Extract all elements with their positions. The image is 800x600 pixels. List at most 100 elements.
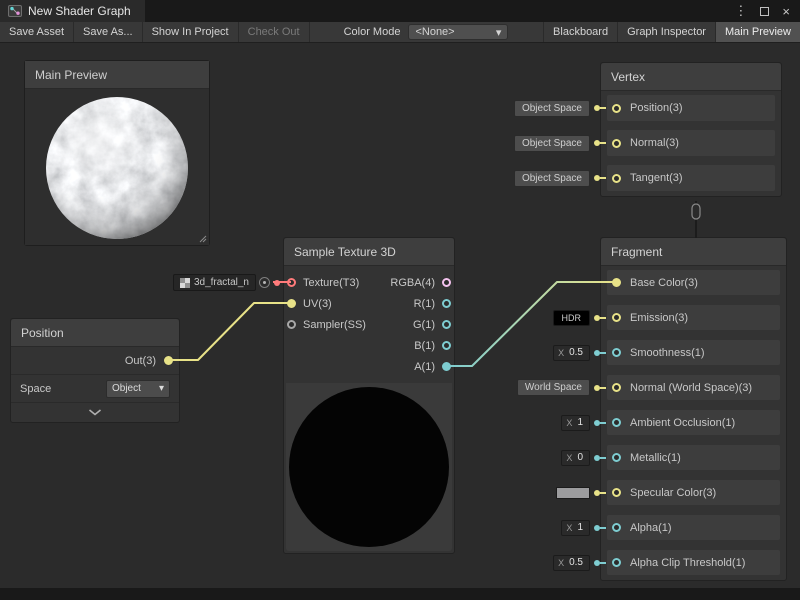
output-row-b: B(1) [390,335,454,356]
field-value[interactable]: 1 [575,522,589,533]
port-alpha-clip-threshold[interactable] [612,558,621,567]
space-setting-row: Space Object ▾ [11,375,179,402]
node-collapse-toggle[interactable] [11,402,179,422]
sample-node-title: Sample Texture 3D [284,238,454,266]
output-row-r: R(1) [390,293,454,314]
object-picker-icon[interactable] [259,277,270,288]
port-connector-line [600,457,606,459]
main-preview-toggle-button[interactable]: Main Preview [715,22,800,42]
block-row-normal-ws: World Space Normal (World Space)(3) [607,375,780,400]
float-field[interactable]: X 0 [561,450,590,466]
port-ambient-occlusion[interactable] [612,418,621,427]
field-axis-label: X [562,453,575,463]
input-row-sampler: Sampler(SS) [284,314,366,335]
port-specular-color[interactable] [612,488,621,497]
check-out-button[interactable]: Check Out [239,22,310,42]
port-texture-input[interactable] [287,278,296,287]
title-bar: New Shader Graph ⋮ × [0,0,800,22]
port-uv-input[interactable] [287,299,296,308]
port-label: RGBA(4) [390,277,435,289]
port-label: B(1) [414,340,435,352]
port-connector-dot [274,280,280,286]
block-row-label: Normal (World Space)(3) [630,382,752,394]
close-icon[interactable]: × [782,4,790,19]
show-in-project-button[interactable]: Show In Project [143,22,239,42]
color-swatch[interactable] [556,487,590,499]
block-row-emission: HDR Emission(3) [607,305,780,330]
main-preview-header[interactable]: Main Preview [25,61,209,89]
port-base-color[interactable] [612,278,621,287]
float-field[interactable]: X 1 [561,520,590,536]
port-out-output[interactable] [164,356,173,365]
field-value[interactable]: 0.5 [567,557,589,568]
toolbar: Save Asset Save As... Show In Project Ch… [0,22,800,43]
resize-grip-icon[interactable] [197,233,207,243]
port-connector-line [600,352,606,354]
shader-graph-window: New Shader Graph ⋮ × Save Asset Save As.… [0,0,800,600]
port-smoothness[interactable] [612,348,621,357]
port-vertex-position[interactable] [612,104,621,113]
block-row-label: Emission(3) [630,312,688,324]
port-vertex-tangent[interactable] [612,174,621,183]
field-value[interactable]: 0.5 [567,347,589,358]
block-row-ambient-occlusion: X 1 Ambient Occlusion(1) [607,410,780,435]
graph-inspector-toggle-button[interactable]: Graph Inspector [617,22,715,42]
port-vertex-normal[interactable] [612,139,621,148]
texture-object-field[interactable]: 3d_fractal_n [173,274,256,291]
port-label: G(1) [413,319,435,331]
block-row-label: Alpha Clip Threshold(1) [630,557,745,569]
field-axis-label: X [562,418,575,428]
texture-name: 3d_fractal_n [194,277,249,288]
node-sample-texture-3d[interactable]: Sample Texture 3D 3d_fractal_n [283,237,455,554]
field-value[interactable]: 1 [575,417,589,428]
port-emission[interactable] [612,313,621,322]
space-dropdown[interactable]: Object ▾ [106,380,170,398]
block-row-label: Normal(3) [630,137,679,149]
node-vertex[interactable]: Vertex Object Space Position(3) Object S… [600,62,782,197]
block-row-position: Object Space Position(3) [607,95,775,121]
tab-new-shader-graph[interactable]: New Shader Graph [0,0,145,22]
hdr-color-field[interactable]: HDR [553,310,591,326]
port-b-output[interactable] [442,341,451,350]
node-position[interactable]: Position Out(3) Space Object ▾ [10,318,180,423]
block-row-label: Position(3) [630,102,683,114]
block-row-normal: Object Space Normal(3) [607,130,775,156]
maximize-icon[interactable] [760,7,769,16]
port-alpha[interactable] [612,523,621,532]
save-as-button[interactable]: Save As... [74,22,143,42]
float-field[interactable]: X 0.5 [553,345,590,361]
port-connector-line [600,107,606,109]
port-rgba-output[interactable] [442,278,451,287]
port-g-output[interactable] [442,320,451,329]
float-field[interactable]: X 1 [561,415,590,431]
space-dropdown-badge[interactable]: Object Space [514,170,590,187]
port-connector-line [600,562,606,564]
main-preview-panel[interactable]: Main Preview [24,60,210,246]
port-connector-line [600,317,606,319]
port-r-output[interactable] [442,299,451,308]
space-dropdown-badge[interactable]: World Space [517,379,590,396]
main-preview-title: Main Preview [35,68,107,82]
space-dropdown-badge[interactable]: Object Space [514,100,590,117]
texture-3d-preview-sphere [289,387,449,547]
port-metallic[interactable] [612,453,621,462]
kebab-menu-icon[interactable]: ⋮ [734,3,747,19]
block-row-tangent: Object Space Tangent(3) [607,165,775,191]
input-row-texture: 3d_fractal_n Texture(T3) [284,272,366,293]
port-connector-line [600,387,606,389]
space-dropdown-badge[interactable]: Object Space [514,135,590,152]
chevron-down-icon: ▾ [496,26,502,39]
blackboard-toggle-button[interactable]: Blackboard [543,22,617,42]
port-sampler-input[interactable] [287,320,296,329]
block-row-label: Smoothness(1) [630,347,705,359]
space-value: Object [112,383,141,394]
tab-title: New Shader Graph [28,4,131,18]
color-mode-dropdown[interactable]: <None> ▾ [408,24,508,40]
port-a-output[interactable] [442,362,451,371]
port-connector-line [600,492,606,494]
node-fragment[interactable]: Fragment Base Color(3) HDR Emission(3) X [600,237,787,581]
float-field[interactable]: X 0.5 [553,555,590,571]
save-asset-button[interactable]: Save Asset [0,22,74,42]
port-normal-ws[interactable] [612,383,621,392]
field-value[interactable]: 0 [575,452,589,463]
